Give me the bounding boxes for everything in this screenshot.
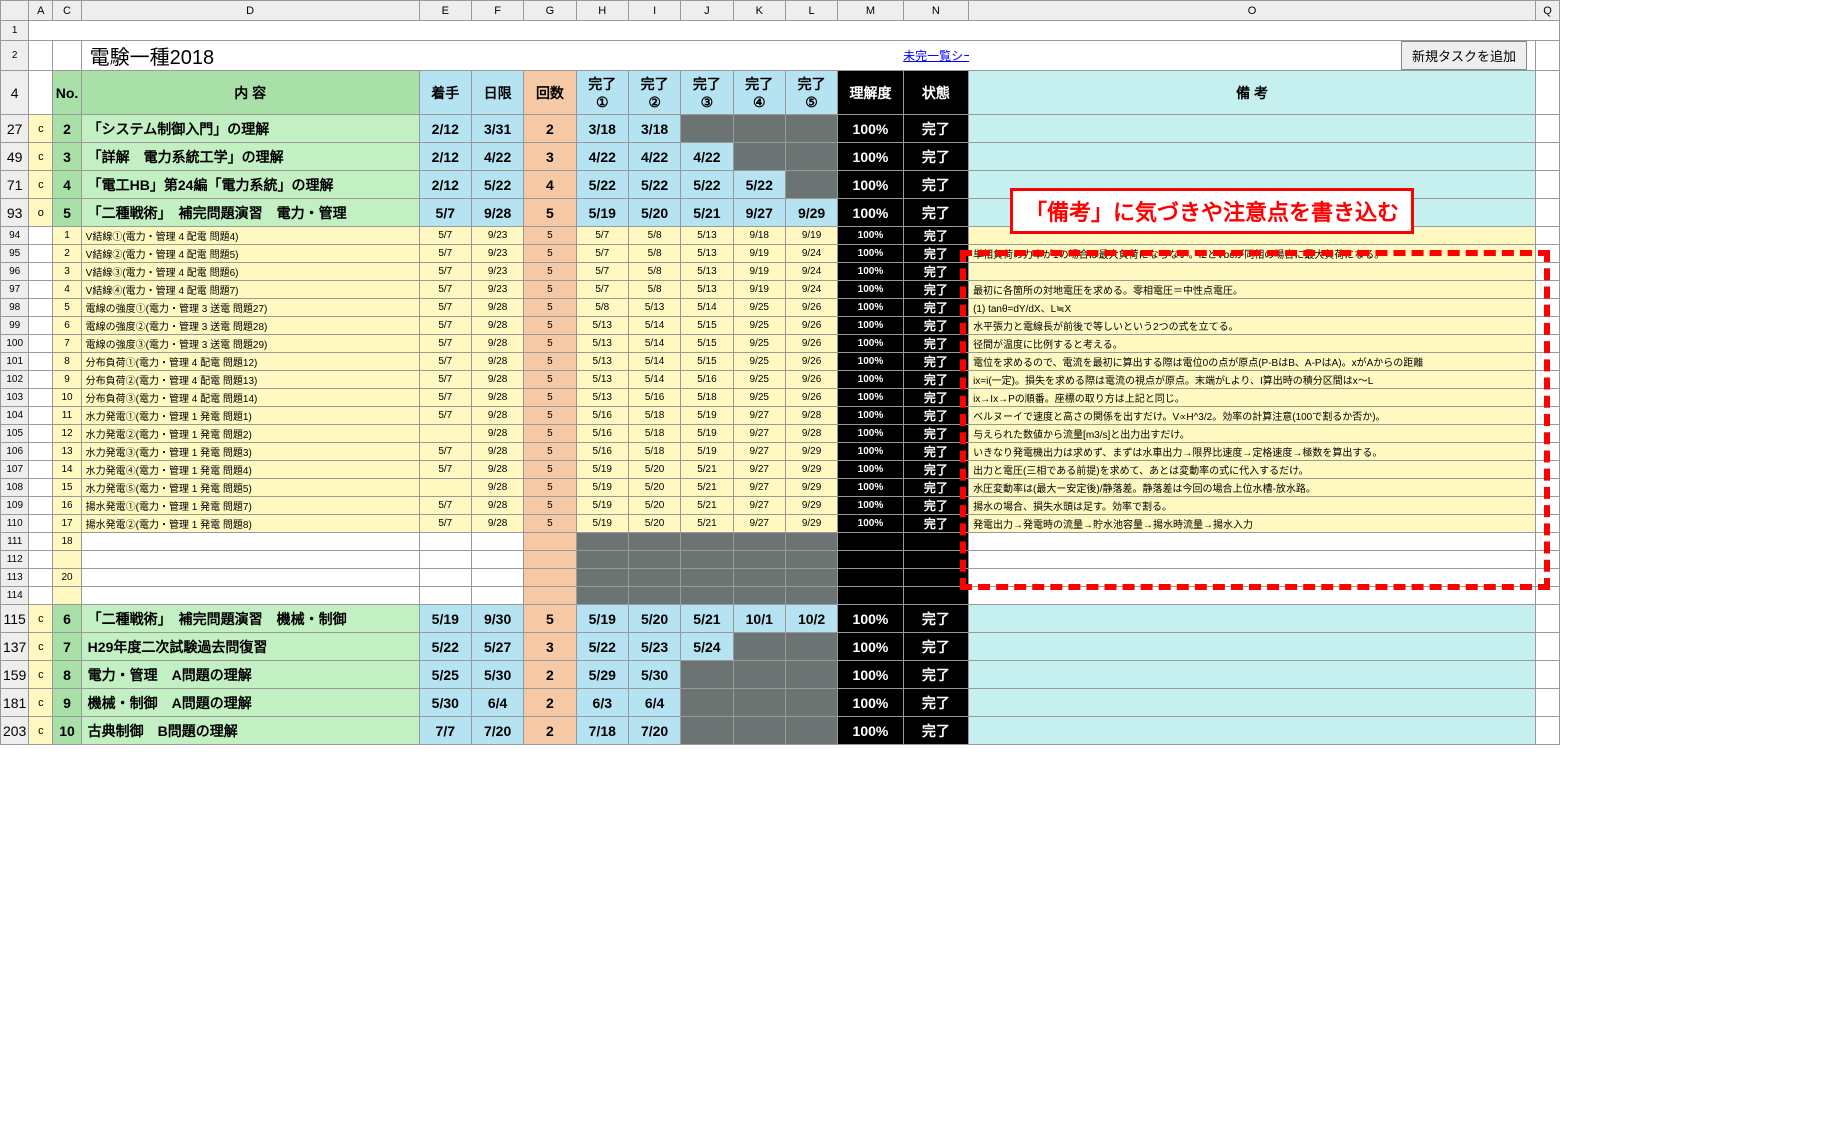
major-row[interactable]: 137c7H29年度二次試験過去問復習5/225/2735/225/235/24… <box>1 633 1560 661</box>
sub-row[interactable]: 10411水力発電①(電力・管理 1 発電 問題1)5/79/2855/165/… <box>1 407 1560 425</box>
sub-row[interactable]: 10512水力発電②(電力・管理 1 発電 問題2)9/2855/165/185… <box>1 425 1560 443</box>
sub-row[interactable]: 11017揚水発電②(電力・管理 1 発電 問題8)5/79/2855/195/… <box>1 515 1560 533</box>
sub-row[interactable]: 985電線の強度①(電力・管理 3 送電 問題27)5/79/2855/85/1… <box>1 299 1560 317</box>
page-title: 電験一種2018 <box>81 41 419 71</box>
column-headers[interactable]: ACD EFG HIJ KLM NOQ <box>1 1 1560 21</box>
sub-row[interactable]: 974V結線④(電力・管理 4 配電 問題7)5/79/2355/75/85/1… <box>1 281 1560 299</box>
sub-row[interactable]: 963V結線③(電力・管理 4 配電 問題6)5/79/2355/75/85/1… <box>1 263 1560 281</box>
sub-row-empty[interactable]: 11320 <box>1 569 1560 587</box>
sub-row-empty[interactable]: 114 <box>1 587 1560 605</box>
major-row[interactable]: 27c2「システム制御入門」の理解2/123/3123/183/18100%完了 <box>1 115 1560 143</box>
sub-row[interactable]: 10815水力発電⑤(電力・管理 1 発電 問題5)9/2855/195/205… <box>1 479 1560 497</box>
major-row[interactable]: 115c6「二種戦術」 補完問題演習 機械・制御5/199/3055/195/2… <box>1 605 1560 633</box>
sub-row-empty[interactable]: 11118 <box>1 533 1560 551</box>
sub-row[interactable]: 10310分布負荷③(電力・管理 4 配電 問題14)5/79/2855/135… <box>1 389 1560 407</box>
row-number[interactable]: 2 <box>1 41 29 71</box>
major-row[interactable]: 181c9機械・制御 A問題の理解5/306/426/36/4100%完了 <box>1 689 1560 717</box>
table-header: 4 No. 内 容 着手 日限 回数 完了 ① 完了 ② 完了 ③ 完了 ④ 完… <box>1 71 1560 115</box>
sub-row[interactable]: 1018分布負荷①(電力・管理 4 配電 問題12)5/79/2855/135/… <box>1 353 1560 371</box>
add-task-button[interactable]: 新規タスクを追加 <box>1401 41 1527 70</box>
sub-row[interactable]: 952V結線②(電力・管理 4 配電 問題5)5/79/2355/75/85/1… <box>1 245 1560 263</box>
link-incomplete[interactable]: 未完一覧シートへ <box>903 49 968 63</box>
sub-row[interactable]: 1029分布負荷②(電力・管理 4 配電 問題13)5/79/2855/135/… <box>1 371 1560 389</box>
sub-row-empty[interactable]: 112 <box>1 551 1560 569</box>
sub-row[interactable]: 1007電線の強度③(電力・管理 3 送電 問題29)5/79/2855/135… <box>1 335 1560 353</box>
major-row[interactable]: 159c8電力・管理 A問題の理解5/255/3025/295/30100%完了 <box>1 661 1560 689</box>
sub-row[interactable]: 996電線の強度②(電力・管理 3 送電 問題28)5/79/2855/135/… <box>1 317 1560 335</box>
sub-row[interactable]: 10714水力発電④(電力・管理 1 発電 問題4)5/79/2855/195/… <box>1 461 1560 479</box>
major-row[interactable]: 203c10古典制御 B問題の理解7/77/2027/187/20100%完了 <box>1 717 1560 745</box>
annotation-callout: 「備考」に気づきや注意点を書き込む <box>1010 188 1414 234</box>
sub-row[interactable]: 10613水力発電③(電力・管理 1 発電 問題3)5/79/2855/165/… <box>1 443 1560 461</box>
row-number[interactable]: 1 <box>1 21 29 41</box>
sub-row[interactable]: 10916揚水発電①(電力・管理 1 発電 問題7)5/79/2855/195/… <box>1 497 1560 515</box>
spreadsheet[interactable]: ACD EFG HIJ KLM NOQ 1 2 電験一種2018 未完一覧シート… <box>0 0 1560 745</box>
major-row[interactable]: 49c3「詳解 電力系統工学」の理解2/124/2234/224/224/221… <box>1 143 1560 171</box>
